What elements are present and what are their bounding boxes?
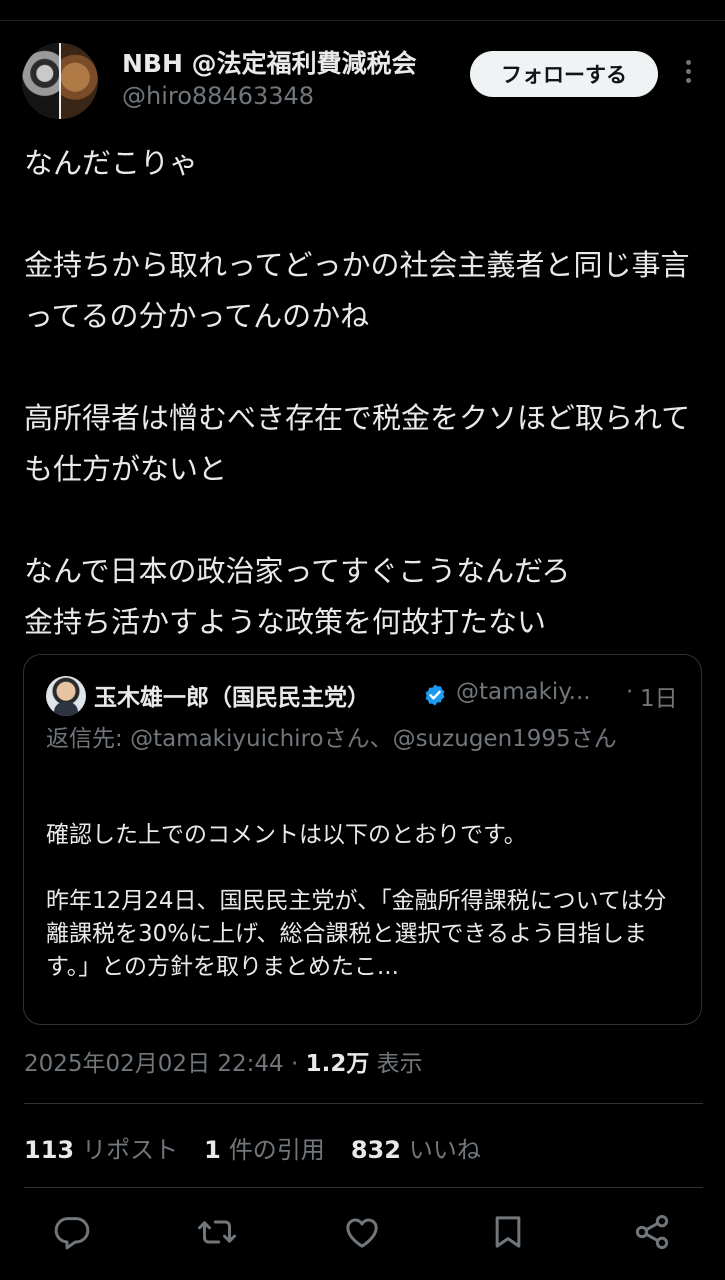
like-count: 832	[350, 1136, 401, 1164]
like-label: いいね	[408, 1136, 481, 1164]
divider	[24, 1187, 703, 1188]
repost-icon[interactable]	[197, 1212, 237, 1252]
more-options-icon[interactable]	[678, 60, 698, 90]
quote-count: 1	[204, 1136, 221, 1164]
view-count: 1.2万	[305, 1051, 370, 1077]
author-avatar[interactable]	[22, 43, 98, 119]
reply-icon[interactable]	[52, 1212, 92, 1252]
reply-separator: さん、	[323, 726, 393, 752]
quoted-dot: ·	[626, 679, 634, 705]
reply-user-link-2[interactable]: @suzugen1995	[393, 726, 571, 752]
quoted-post-text: 確認した上でのコメントは以下のとおりです。 昨年12月24日、国民民主党が、「金…	[46, 822, 667, 980]
meta-dot: ·	[283, 1051, 306, 1077]
divider	[24, 1103, 703, 1104]
reply-context: 返信先: @tamakiyuichiroさん、@suzugen1995さん	[46, 723, 676, 756]
reply-prefix: 返信先:	[46, 726, 131, 752]
like-icon[interactable]	[342, 1212, 382, 1252]
repost-count: 113	[24, 1136, 75, 1164]
post-datetime[interactable]: 2025年02月02日 22:44	[24, 1051, 284, 1077]
bookmark-icon[interactable]	[488, 1212, 528, 1252]
quoted-time: 1日	[640, 686, 678, 712]
post-text: なんだこりゃ 金持ちから取れってどっかの社会主義者と同じ事言ってるの分かってんの…	[24, 146, 691, 639]
author-handle[interactable]: @hiro88463348	[122, 82, 314, 110]
quote-label: 件の引用	[228, 1136, 325, 1164]
views-label: 表示	[369, 1051, 423, 1077]
quoted-post[interactable]: 玉木雄一郎（国民民主党） @tamakiy... · 1日 返信先: @tama…	[23, 654, 702, 1025]
verified-badge-icon	[425, 684, 445, 706]
quotes-stat[interactable]: 1 件の引用	[204, 1136, 325, 1164]
repost-label: リポスト	[82, 1136, 179, 1164]
reposts-stat[interactable]: 113 リポスト	[24, 1136, 178, 1164]
quoted-author-handle: @tamakiy...	[456, 679, 591, 705]
author-display-name[interactable]: NBH @法定福利費減税会	[122, 44, 417, 80]
reply-suffix: さん	[570, 726, 617, 752]
quoted-author-name: 玉木雄一郎（国民民主党）	[94, 685, 370, 711]
top-divider	[0, 20, 725, 21]
post-meta: 2025年02月02日 22:44 · 1.2万 表示	[24, 1044, 423, 1078]
reply-user-link-1[interactable]: @tamakiyuichiro	[130, 726, 324, 752]
quoted-author-avatar	[46, 676, 86, 716]
follow-button[interactable]: フォローする	[470, 51, 658, 97]
engagement-stats: 113 リポスト 1 件の引用 832 いいね	[24, 1130, 481, 1165]
share-icon[interactable]	[632, 1212, 672, 1252]
likes-stat[interactable]: 832 いいね	[351, 1136, 481, 1164]
